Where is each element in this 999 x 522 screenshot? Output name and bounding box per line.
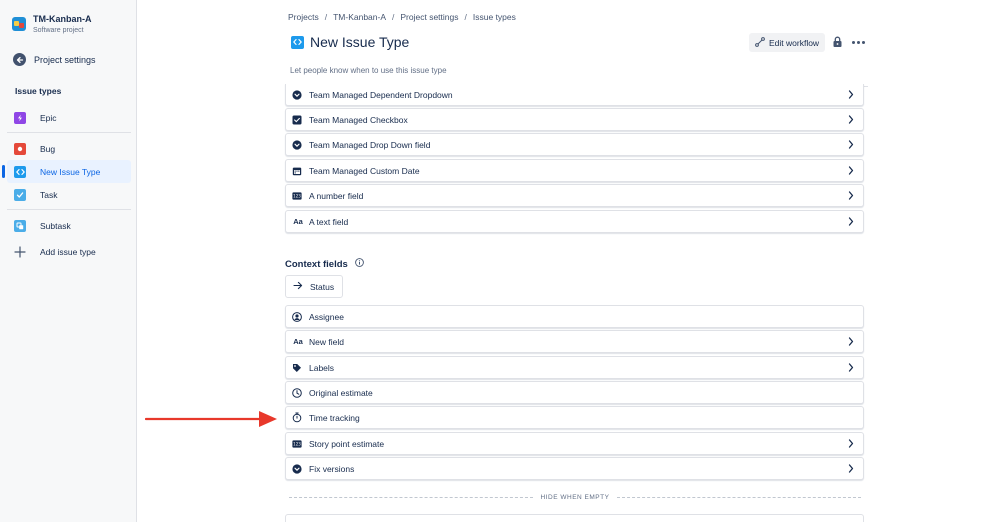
chevron-right-icon [848,166,854,177]
sidebar-item-add-issue-type[interactable]: Add issue type [7,240,131,263]
context-row-assignee[interactable]: Assignee [285,305,864,328]
breadcrumb-issue-types[interactable]: Issue types [473,12,516,22]
context-row-fix-versions[interactable]: Fix versions [285,457,864,480]
context-row-story-point-estimate[interactable]: 123 Story point estimate [285,432,864,455]
clock-icon [292,387,302,398]
sidebar-item-bug[interactable]: Bug [7,137,131,160]
context-fields-heading: Context fields [285,258,364,270]
description-input[interactable]: Let people know when to use this issue t… [290,66,447,75]
more-icon[interactable] [852,41,867,44]
stopwatch-icon [292,412,302,423]
sidebar-item-subtask[interactable]: Subtask [7,214,131,237]
text-icon: Aa [293,337,303,346]
code-icon [14,165,26,178]
workflow-icon [755,36,765,49]
chevron-right-icon [848,363,854,374]
context-row-labels[interactable]: Labels [285,356,864,379]
chevron-right-icon [848,140,854,151]
text-icon: Aa [293,217,303,226]
breadcrumb-projects[interactable]: Projects [288,12,319,22]
page-header: New Issue Type [291,34,409,50]
chevron-right-icon [848,90,854,101]
subtask-icon [14,219,26,232]
hide-when-empty-divider: HIDE WHEN EMPTY [289,492,861,502]
epic-icon [14,111,26,124]
calendar-icon [292,166,302,176]
breadcrumb-project-settings[interactable]: Project settings [400,12,458,22]
svg-text:123: 123 [293,193,301,198]
project-name: TM-Kanban-A [33,14,92,24]
chevron-right-icon [848,191,854,202]
arrow-right-icon [293,281,303,292]
number-icon: 123 [292,439,302,449]
code-icon[interactable] [291,35,304,49]
sidebar: TM-Kanban-A Software project Project set… [0,0,137,522]
chevron-right-icon [848,115,854,126]
lock-icon[interactable] [832,36,843,50]
user-icon [292,311,302,322]
context-row-original-estimate[interactable]: Original estimate [285,381,864,404]
sidebar-item-epic[interactable]: Epic [7,106,131,129]
sidebar-item-task[interactable]: Task [7,183,131,206]
edit-workflow-button[interactable]: Edit workflow [749,33,826,52]
field-row-text[interactable]: Aa A text field [285,210,864,233]
dropdown-icon [292,139,302,150]
context-row-partial[interactable] [285,514,864,522]
project-avatar [12,17,26,31]
chevron-right-icon [848,217,854,228]
field-row-checkbox[interactable]: Team Managed Checkbox [285,108,864,131]
back-to-project-settings[interactable]: Project settings [13,53,96,66]
svg-text:123: 123 [293,441,301,446]
chevron-right-icon [848,337,854,348]
task-icon [14,188,26,201]
chevron-right-icon [848,439,854,450]
project-header[interactable]: TM-Kanban-A Software project [12,13,92,36]
sidebar-item-new-issue-type[interactable]: New Issue Type [7,160,131,183]
plus-icon [14,245,26,258]
back-label: Project settings [34,54,96,65]
field-row-dependent-dropdown[interactable]: Team Managed Dependent Dropdown [285,84,864,106]
chevron-right-icon [848,464,854,475]
page-title[interactable]: New Issue Type [310,34,409,50]
context-row-new-field[interactable]: Aa New field [285,330,864,353]
field-row-number[interactable]: 123 A number field [285,184,864,207]
context-row-time-tracking[interactable]: Time tracking [285,406,864,429]
bug-icon [14,142,26,155]
breadcrumb: Projects / TM-Kanban-A / Project setting… [288,12,516,22]
status-field[interactable]: Status [285,275,343,298]
info-icon[interactable] [354,258,364,270]
dropdown-icon [292,463,302,474]
tag-icon [292,363,302,373]
field-row-custom-date[interactable]: Team Managed Custom Date [285,159,864,182]
issue-types-heading: Issue types [15,86,62,96]
project-type: Software project [33,27,84,34]
arrow-left-icon [13,53,26,66]
checkbox-icon [292,115,302,125]
field-row-drop-down[interactable]: Team Managed Drop Down field [285,133,864,156]
number-icon: 123 [292,191,302,201]
breadcrumb-project[interactable]: TM-Kanban-A [333,12,386,22]
dropdown-icon [292,89,302,100]
annotation-arrow-icon [145,411,277,427]
